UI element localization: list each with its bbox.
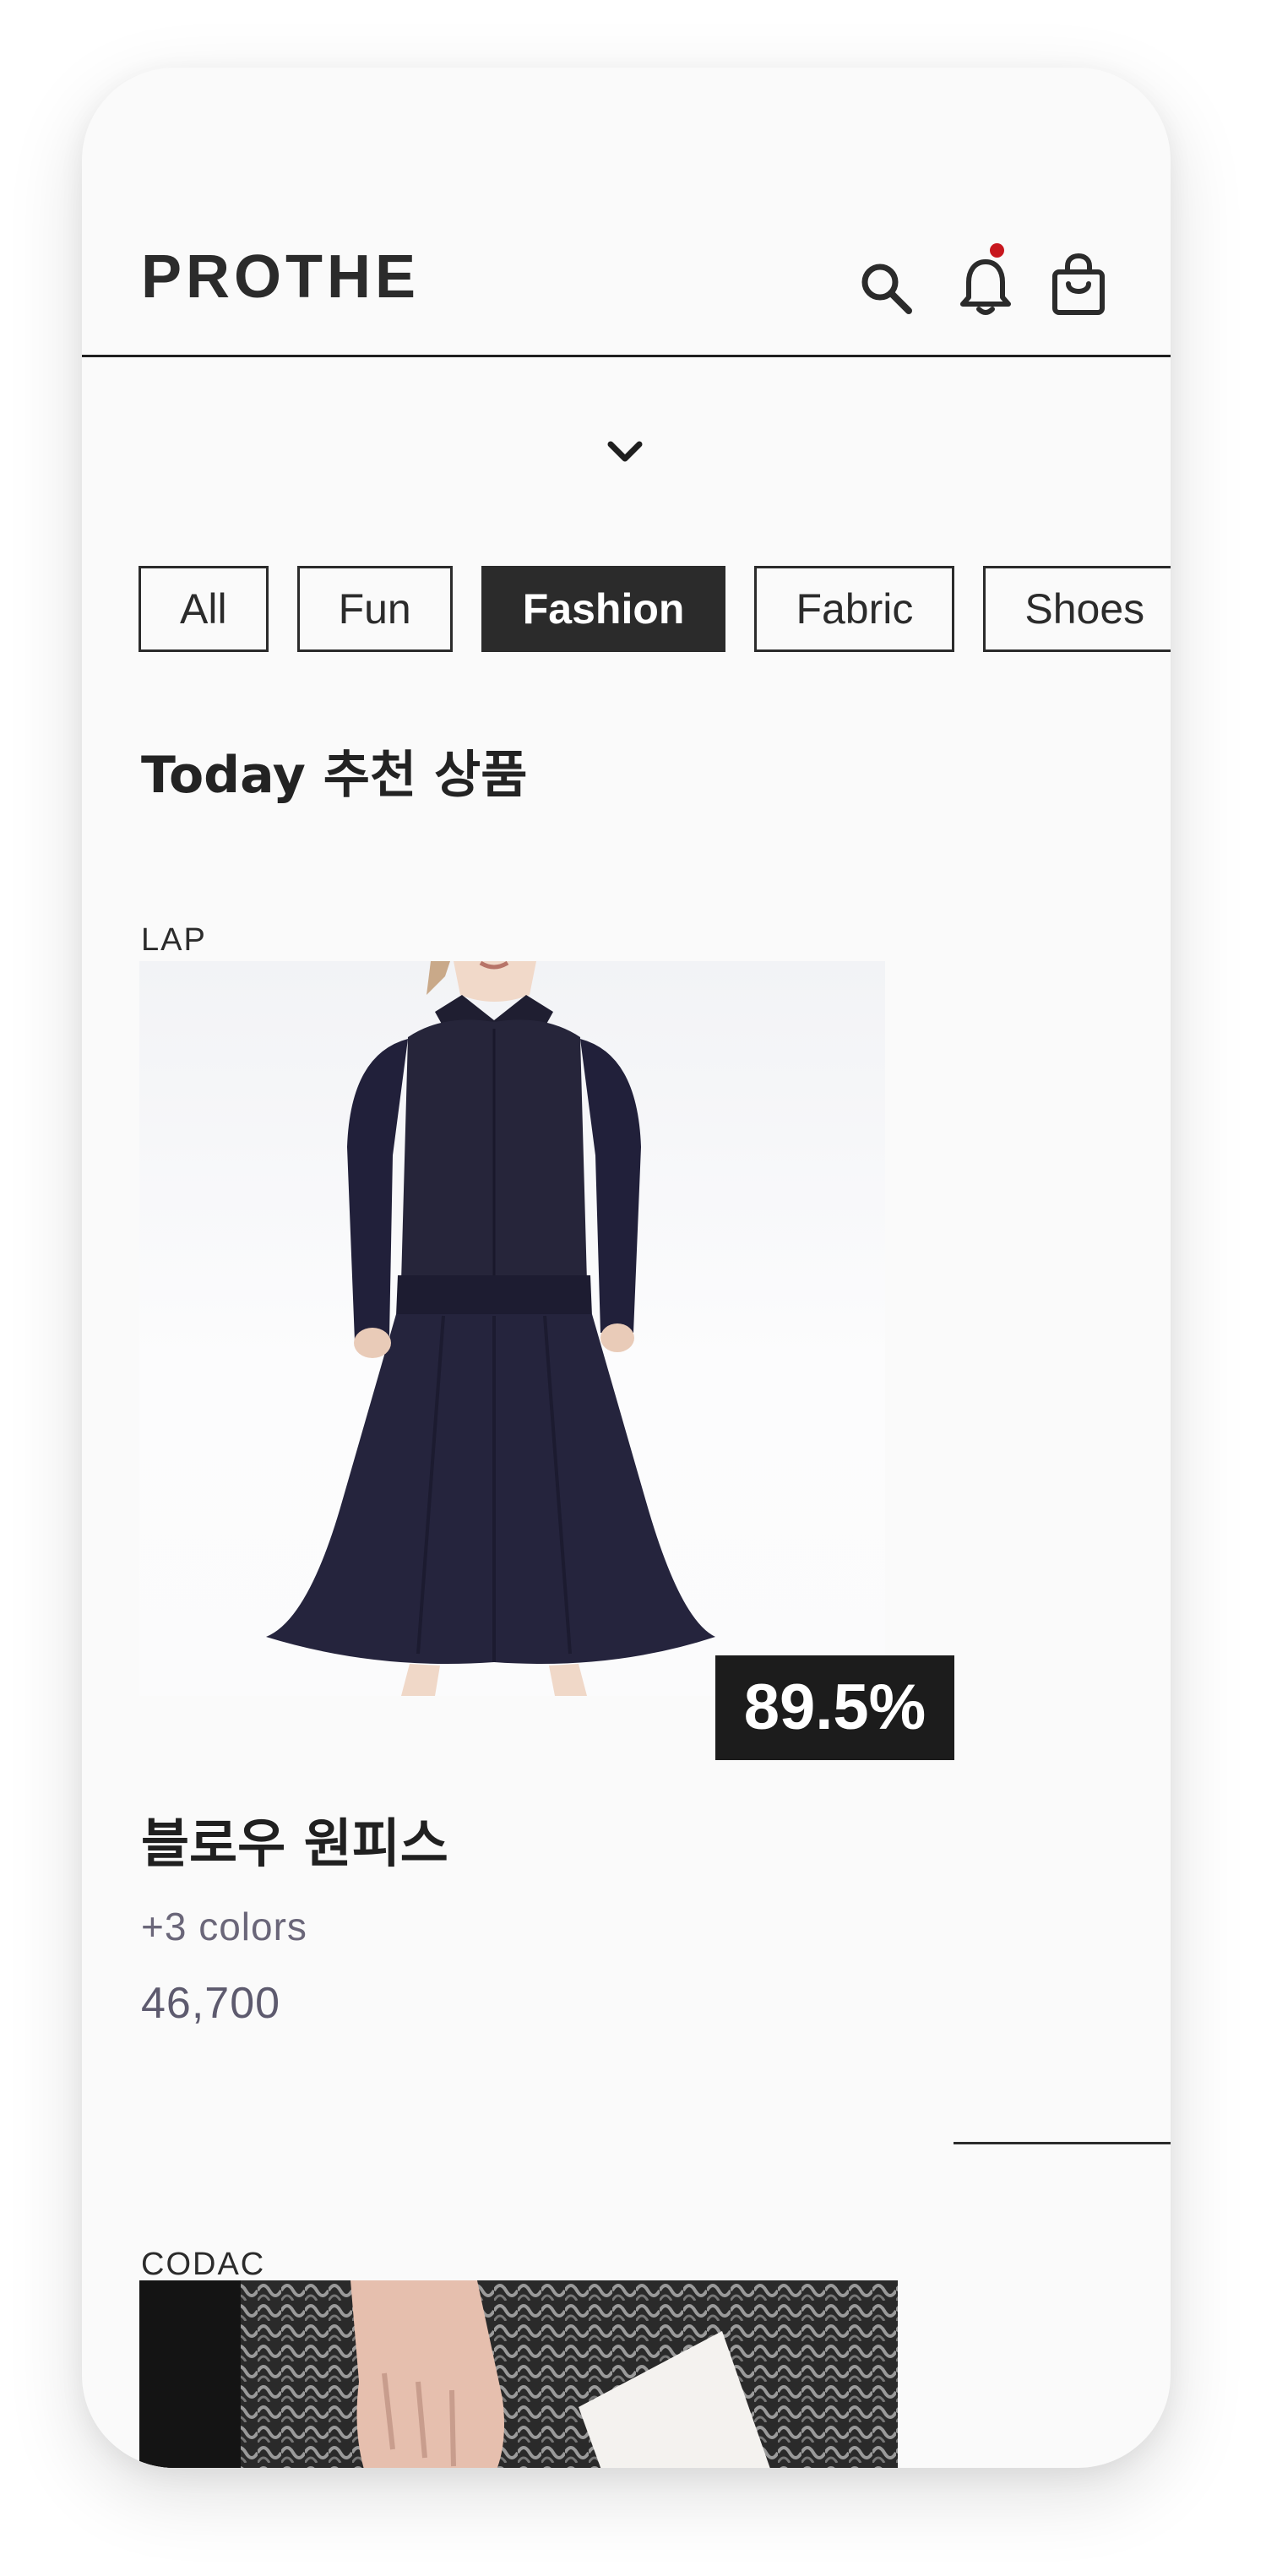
- category-chip-shoes[interactable]: Shoes: [983, 566, 1171, 652]
- discount-badge: 89.5%: [715, 1655, 954, 1760]
- category-tabs: All Fun Fashion Fabric Shoes: [139, 566, 1171, 652]
- search-icon[interactable]: [853, 255, 921, 323]
- product-brand[interactable]: CODAC: [141, 2248, 265, 2280]
- category-chip-fashion[interactable]: Fashion: [481, 566, 726, 652]
- category-chip-all[interactable]: All: [139, 566, 269, 652]
- bell-icon[interactable]: [952, 253, 1019, 321]
- header-divider: [82, 355, 1171, 357]
- brand-logo[interactable]: PROTHE: [141, 247, 420, 307]
- section-title: Today 추천 상품: [141, 746, 528, 805]
- phone-screen: PROTHE All Fun Fashion Fabric Shoes Toda…: [82, 68, 1171, 2468]
- product-name[interactable]: 블로우 원피스: [141, 1818, 448, 1870]
- product-price: 46,700: [141, 1979, 281, 2028]
- section-divider: [954, 2142, 1171, 2144]
- chevron-down-icon[interactable]: [595, 422, 655, 481]
- product-brand[interactable]: LAP: [141, 924, 207, 956]
- notification-dot: [990, 243, 1004, 258]
- product-image[interactable]: [139, 2280, 898, 2468]
- product-color-count: +3 colors: [141, 1905, 307, 1948]
- product-image[interactable]: [139, 961, 885, 1696]
- category-chip-fun[interactable]: Fun: [296, 566, 453, 652]
- shopping-bag-icon[interactable]: [1045, 252, 1112, 319]
- category-chip-fabric[interactable]: Fabric: [754, 566, 955, 652]
